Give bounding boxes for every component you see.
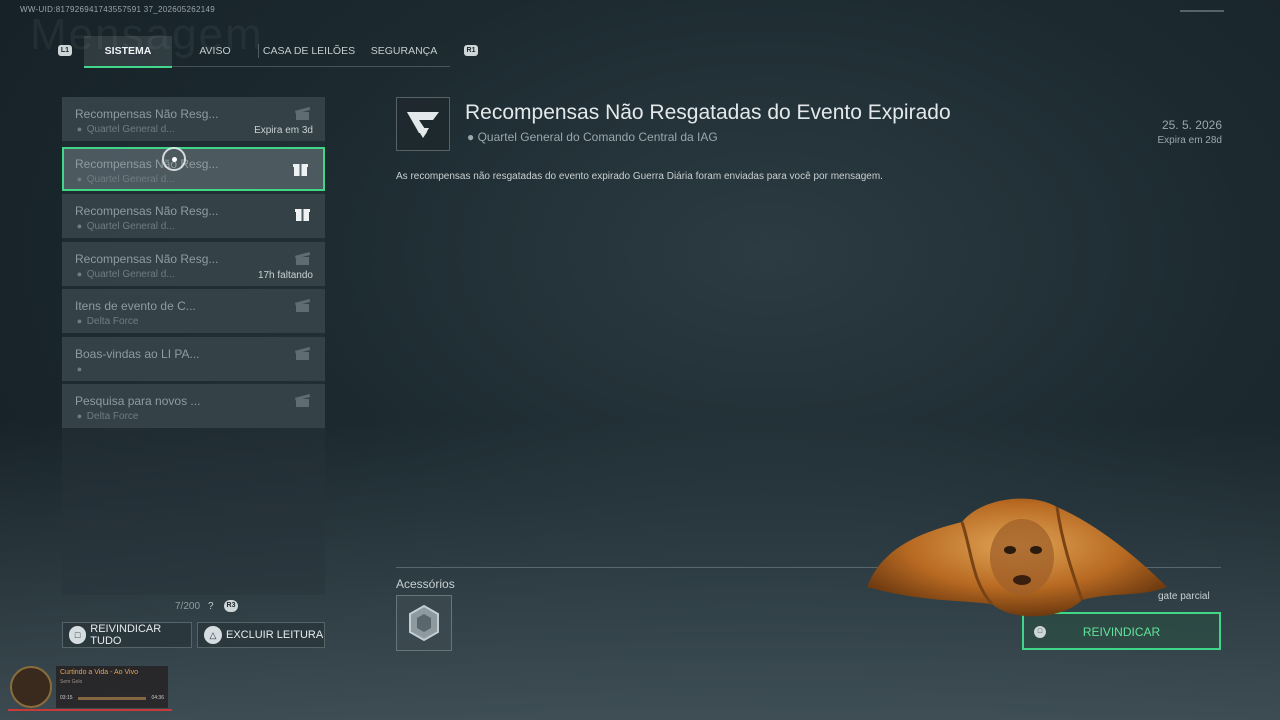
mail-title: Recompensas Não Resg... xyxy=(75,107,219,121)
gift-opened-icon xyxy=(294,251,311,265)
mail-item[interactable]: Pesquisa para novos ... ● Delta Force xyxy=(62,384,325,428)
message-sender: ● Quartel General do Comando Central da … xyxy=(467,130,718,144)
claim-all-button[interactable]: □ REIVINDICAR TUDO xyxy=(62,622,192,648)
tab-sistema[interactable]: SISTEMA xyxy=(84,36,172,68)
r1-bumper-icon[interactable]: R1 xyxy=(464,45,478,56)
square-button-icon: □ xyxy=(69,626,87,644)
gift-opened-icon xyxy=(294,298,311,312)
hexagon-badge-icon xyxy=(409,604,439,642)
message-body: As recompensas não resgatadas do evento … xyxy=(396,171,883,182)
mail-title: Itens de evento de C... xyxy=(75,299,196,313)
person-icon: ● xyxy=(76,411,83,421)
sender-logo-icon xyxy=(396,97,450,151)
music-panel: Curtindo a Vida - Ao Vivo Sem Gelo 03:15… xyxy=(56,666,168,708)
mail-title: Boas-vindas ao LI PA... xyxy=(75,347,200,361)
mail-sender-name: Delta Force xyxy=(86,411,139,422)
mail-count: 7/200 xyxy=(175,601,201,612)
music-widget: Curtindo a Vida - Ao Vivo Sem Gelo 03:15… xyxy=(8,664,172,712)
message-expiry: Expira em 28d xyxy=(1157,135,1222,146)
mail-title: Recompensas Não Resg... xyxy=(75,252,219,266)
mail-item[interactable]: Recompensas Não Resg... ● Quartel Genera… xyxy=(62,242,325,286)
mail-sender: ● xyxy=(75,364,84,375)
mail-sender: ● Delta Force xyxy=(75,411,139,422)
message-date: 25. 5. 2026 xyxy=(1161,118,1222,132)
top-right-indicator xyxy=(1180,10,1224,12)
tab-seguranca[interactable]: SEGURANÇA xyxy=(359,36,449,66)
track-progress xyxy=(78,697,146,700)
cursor-reticle xyxy=(162,147,186,171)
person-icon: ● xyxy=(76,316,83,326)
mail-item[interactable]: Recompensas Não Resg... ● Quartel Genera… xyxy=(62,194,325,238)
delete-read-label: EXCLUIR LEITURA xyxy=(226,629,324,641)
gift-opened-icon xyxy=(294,106,311,120)
gift-opened-icon xyxy=(294,393,311,407)
mail-sender-name: Quartel General d... xyxy=(86,174,175,185)
album-art xyxy=(10,666,52,708)
mail-sender-name: Quartel General d... xyxy=(86,269,175,280)
message-sender-name: Quartel General do Comando Central da IA… xyxy=(477,130,718,144)
tab-casa-de-leiloes[interactable]: CASA DE LEILÕES xyxy=(259,36,359,66)
person-icon: ● xyxy=(76,124,83,134)
track-title: Curtindo a Vida - Ao Vivo xyxy=(60,669,138,676)
message-title: Recompensas Não Resgatadas do Evento Exp… xyxy=(465,101,951,124)
track-artist: Sem Gelo xyxy=(60,679,83,685)
l1-bumper-icon[interactable]: L1 xyxy=(58,45,72,56)
person-icon: ● xyxy=(76,221,83,231)
claim-all-label: REIVINDICAR TUDO xyxy=(90,623,162,647)
mail-sender: ● Delta Force xyxy=(75,316,139,327)
gift-opened-icon xyxy=(294,346,311,360)
mail-sender: ● Quartel General d... xyxy=(75,221,175,232)
person-icon: ● xyxy=(76,174,83,184)
mail-item[interactable]: Recompensas Não Resg... ● Quartel Genera… xyxy=(62,97,325,141)
claim-label: REIVINDICAR xyxy=(1082,625,1161,639)
mail-sender: ● Quartel General d... xyxy=(75,124,175,135)
iag-logo-icon xyxy=(407,112,439,138)
mail-sender-name: Delta Force xyxy=(86,316,139,327)
person-icon: ● xyxy=(467,130,475,144)
mail-sender-name: Quartel General d... xyxy=(86,221,175,232)
mail-item-selected[interactable]: Recompensas Não Resg... ● Quartel Genera… xyxy=(62,147,325,191)
mail-tabs: SISTEMA AVISO CASA DE LEILÕES SEGURANÇA xyxy=(84,36,450,68)
mail-sender: ● Quartel General d... xyxy=(75,174,175,185)
croissant-sticker-icon xyxy=(867,498,1167,617)
attachment-item[interactable] xyxy=(396,595,452,651)
mail-title: Recompensas Não Resg... xyxy=(75,157,219,171)
mail-sender-name: Quartel General d... xyxy=(86,124,175,135)
gift-icon xyxy=(295,209,310,221)
mail-expiry: Expira em 3d xyxy=(254,125,313,136)
mail-sender: ● Quartel General d... xyxy=(75,269,175,280)
music-underline xyxy=(8,709,172,711)
r3-button-icon: R3 xyxy=(224,600,238,612)
mail-title: Pesquisa para novos ... xyxy=(75,394,201,408)
delete-read-button[interactable]: △ EXCLUIR LEITURA xyxy=(197,622,325,648)
uid-watermark: WW-UID:817926941743557591 37_20260526214… xyxy=(20,5,215,14)
mail-list: Recompensas Não Resg... ● Quartel Genera… xyxy=(62,97,325,595)
track-total: 04:36 xyxy=(151,695,164,701)
gift-icon xyxy=(293,164,308,176)
mail-item[interactable]: Itens de evento de C... ● Delta Force xyxy=(62,289,325,333)
tab-aviso[interactable]: AVISO xyxy=(172,36,258,66)
help-icon[interactable]: ? xyxy=(208,601,214,612)
mail-title: Recompensas Não Resg... xyxy=(75,204,219,218)
mail-time-left: 17h faltando xyxy=(257,270,313,281)
track-elapsed: 03:15 xyxy=(60,695,73,701)
mail-item[interactable]: Boas-vindas ao LI PA... ● xyxy=(62,337,325,381)
person-icon: ● xyxy=(76,269,83,279)
triangle-button-icon: △ xyxy=(204,626,222,644)
attachments-label: Acessórios xyxy=(396,577,455,591)
person-icon: ● xyxy=(76,364,83,374)
